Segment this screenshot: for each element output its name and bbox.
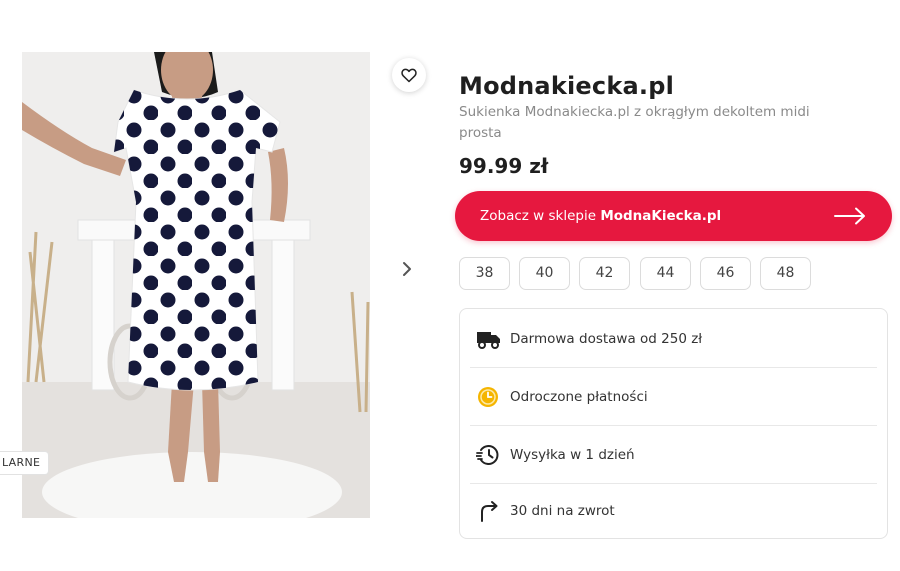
coin-clock-icon [478,387,498,407]
shop-title: Modnakiecka.pl [459,72,675,100]
cta-prefix: Zobacz w sklepie [480,208,597,224]
size-option[interactable]: 44 [640,257,691,290]
size-option[interactable]: 48 [760,257,811,290]
feature-label: Odroczone płatności [510,389,648,405]
truck-icon [477,332,500,349]
product-image[interactable] [22,52,370,518]
size-option[interactable]: 40 [519,257,570,290]
product-price: 99.99 zł [459,154,549,178]
feature-shipping-1-day: Wysyłka w 1 dzień [460,426,887,484]
feature-label: Darmowa dostawa od 250 zł [510,331,703,347]
return-arrow-icon [481,501,498,522]
size-option[interactable]: 46 [700,257,751,290]
product-description: Sukienka Modnakiecka.pl z okrągłym dekol… [459,104,810,141]
feature-deferred-payment: Odroczone płatności [460,368,887,426]
feature-label: 30 dni na zwrot [510,503,615,519]
feature-label: Wysyłka w 1 dzień [510,447,635,463]
image-badge: LARNE [0,451,50,475]
feature-free-delivery: Darmowa dostawa od 250 zł [460,310,887,368]
favorite-button[interactable] [392,58,426,92]
next-image-button[interactable] [396,256,418,282]
feature-30-day-return: 30 dni na zwrot [460,484,887,538]
cta-label: Zobacz w sklepie ModnaKiecka.pl [480,191,721,241]
shop-features-box: Darmowa dostawa od 250 zł Odroczone płat… [459,308,888,539]
heart-icon [401,68,417,82]
fast-clock-icon [476,445,499,465]
chevron-right-icon [403,262,411,276]
size-option[interactable]: 38 [459,257,510,290]
arrow-right-icon [834,207,865,225]
size-option[interactable]: 42 [579,257,630,290]
cta-shop-name: ModnaKiecka.pl [600,208,722,224]
see-in-shop-button[interactable]: Zobacz w sklepie ModnaKiecka.pl [455,191,892,241]
